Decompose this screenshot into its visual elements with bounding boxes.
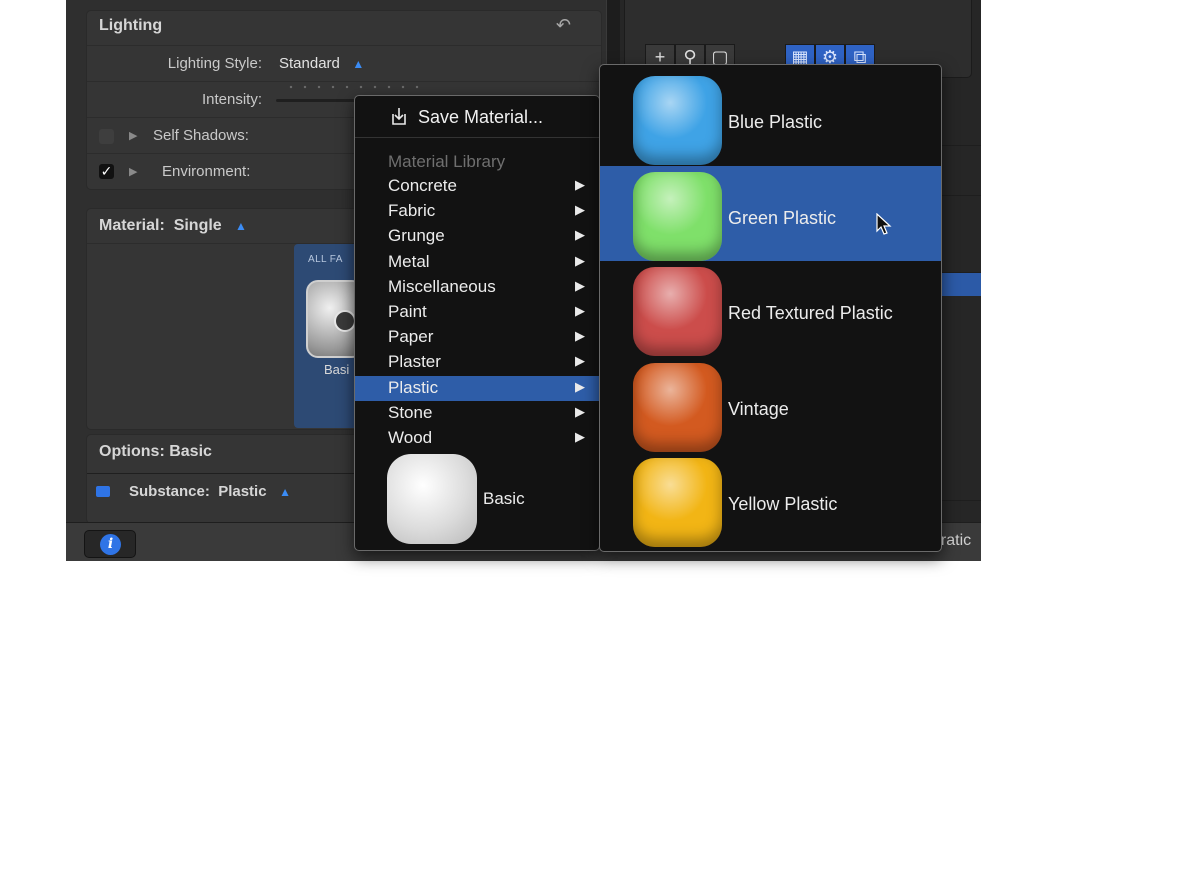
submenu-arrow-icon: ▶ xyxy=(575,202,585,218)
lighting-style-row: Lighting Style: Standard ▲︎ xyxy=(87,45,601,81)
submenu-arrow-icon: ▶ xyxy=(575,277,585,293)
menu-item-label: Paper xyxy=(388,327,434,347)
submenu-item-vintage[interactable]: Vintage xyxy=(600,357,941,452)
menu-item-plastic[interactable]: Plastic ▶ xyxy=(355,375,599,401)
material-value: Single xyxy=(173,217,222,234)
submenu-arrow-icon: ▶ xyxy=(575,328,585,344)
tile-caption: Basi xyxy=(324,362,350,377)
menu-item-metal[interactable]: Metal ▶ xyxy=(355,250,599,275)
lighting-style-value: Standard xyxy=(279,55,340,72)
updown-icon: ▲︎ xyxy=(235,219,247,233)
material-swatch xyxy=(633,171,722,261)
environment-checkbox[interactable]: ✓ xyxy=(99,164,114,179)
submenu-arrow-icon: ▶ xyxy=(575,429,585,444)
material-label: Material: xyxy=(99,217,165,234)
menu-item-label: Miscellaneous xyxy=(388,276,496,296)
lighting-title: Lighting xyxy=(99,17,163,34)
menu-item-label: Paint xyxy=(388,302,427,321)
menu-item-miscellaneous[interactable]: Miscellaneous ▶ xyxy=(355,275,599,300)
updown-icon: ▲︎ xyxy=(352,57,365,71)
save-material-label: Save Material... xyxy=(418,107,544,127)
intensity-label: Intensity: xyxy=(201,91,262,108)
basic-swatch xyxy=(387,454,477,544)
submenu-item-label: Red Textured Plastic xyxy=(728,303,893,323)
lighting-style-popup[interactable]: Standard ▲︎ xyxy=(279,55,364,72)
menu-item-grunge[interactable]: Grunge ▶ xyxy=(355,224,599,249)
tile-header: ALL FA xyxy=(308,254,343,265)
disclosure-triangle-icon[interactable]: ▶ xyxy=(129,165,137,178)
submenu-item-label: Blue Plastic xyxy=(728,112,823,132)
menu-item-label: Stone xyxy=(388,402,433,422)
menu-item-concrete[interactable]: Concrete ▶ xyxy=(355,174,599,199)
submenu-arrow-icon: ▶ xyxy=(575,303,585,318)
menu-item-label: Metal xyxy=(388,251,430,271)
menu-item-stone[interactable]: Stone ▶ xyxy=(355,401,599,426)
options-title: Options: Basic xyxy=(99,443,212,460)
info-button[interactable]: i xyxy=(84,530,136,558)
submenu-arrow-icon: ▶ xyxy=(575,252,585,268)
self-shadows-label: Self Shadows: xyxy=(153,127,249,144)
substance-value: Plastic xyxy=(218,483,267,500)
submenu-arrow-icon: ▶ xyxy=(575,177,585,192)
save-material-item[interactable]: Save Material... xyxy=(355,96,599,138)
material-swatch xyxy=(633,362,722,452)
substance-popup[interactable]: Substance: Plastic ▲︎ xyxy=(129,483,291,500)
material-library-header: Material Library xyxy=(388,152,506,171)
material-popup-menu: Save Material... Material Library Concre… xyxy=(354,95,600,551)
menu-item-label: Wood xyxy=(388,428,433,447)
basic-label: Basic xyxy=(483,489,525,508)
submenu-arrow-icon: ▶ xyxy=(575,227,585,243)
reset-icon[interactable]: ↶ xyxy=(556,15,571,36)
submenu-arrow-icon: ▶ xyxy=(575,353,585,369)
mouse-cursor-icon xyxy=(876,212,892,235)
menu-item-paper[interactable]: Paper ▶ xyxy=(355,325,599,350)
substance-color-icon xyxy=(96,486,110,497)
disclosure-triangle-icon[interactable]: ▶ xyxy=(129,129,137,142)
substance-label: Substance: xyxy=(129,483,210,500)
updown-icon: ▲︎ xyxy=(279,485,291,499)
menu-item-plaster[interactable]: Plaster ▶ xyxy=(355,350,599,375)
menu-item-fabric[interactable]: Fabric ▶ xyxy=(355,199,599,224)
plastic-submenu: Blue Plastic Green Plastic Red Textured Pl… xyxy=(599,64,942,552)
self-shadows-checkbox[interactable] xyxy=(99,129,114,144)
menu-item-label: Concrete xyxy=(388,176,457,195)
save-icon xyxy=(392,108,406,125)
material-swatch xyxy=(633,267,722,356)
material-swatch xyxy=(633,458,722,547)
submenu-item-yellow-plastic[interactable]: Yellow Plastic xyxy=(600,452,941,547)
material-popup[interactable]: Material: Single ▲︎ xyxy=(99,217,247,235)
info-icon: i xyxy=(100,534,121,555)
menu-item-label: Fabric xyxy=(388,201,436,221)
submenu-arrow-icon: ▶ xyxy=(575,403,585,419)
submenu-item-label: Yellow Plastic xyxy=(728,494,838,514)
submenu-item-label: Green Plastic xyxy=(728,207,837,228)
submenu-item-blue-plastic[interactable]: Blue Plastic xyxy=(600,70,941,165)
menu-item-paint[interactable]: Paint ▶ xyxy=(355,300,599,325)
menu-item-label: Plaster xyxy=(388,352,441,372)
lighting-style-label: Lighting Style: xyxy=(167,55,262,72)
submenu-item-red-textured-plastic[interactable]: Red Textured Plastic xyxy=(600,261,941,356)
material-swatch xyxy=(633,76,722,165)
environment-label: Environment: xyxy=(162,163,251,180)
submenu-item-label: Vintage xyxy=(728,398,789,419)
submenu-arrow-icon: ▶ xyxy=(575,378,585,394)
submenu-item-green-plastic[interactable]: Green Plastic xyxy=(600,165,941,261)
dropdown-knob-icon[interactable] xyxy=(334,310,356,332)
basic-material-item[interactable]: Basic xyxy=(355,452,599,550)
menu-item-label: Grunge xyxy=(388,226,445,246)
intensity-slider-ticks xyxy=(284,85,429,89)
menu-item-label: Plastic xyxy=(388,377,439,397)
menu-item-wood[interactable]: Wood ▶ xyxy=(355,426,599,451)
